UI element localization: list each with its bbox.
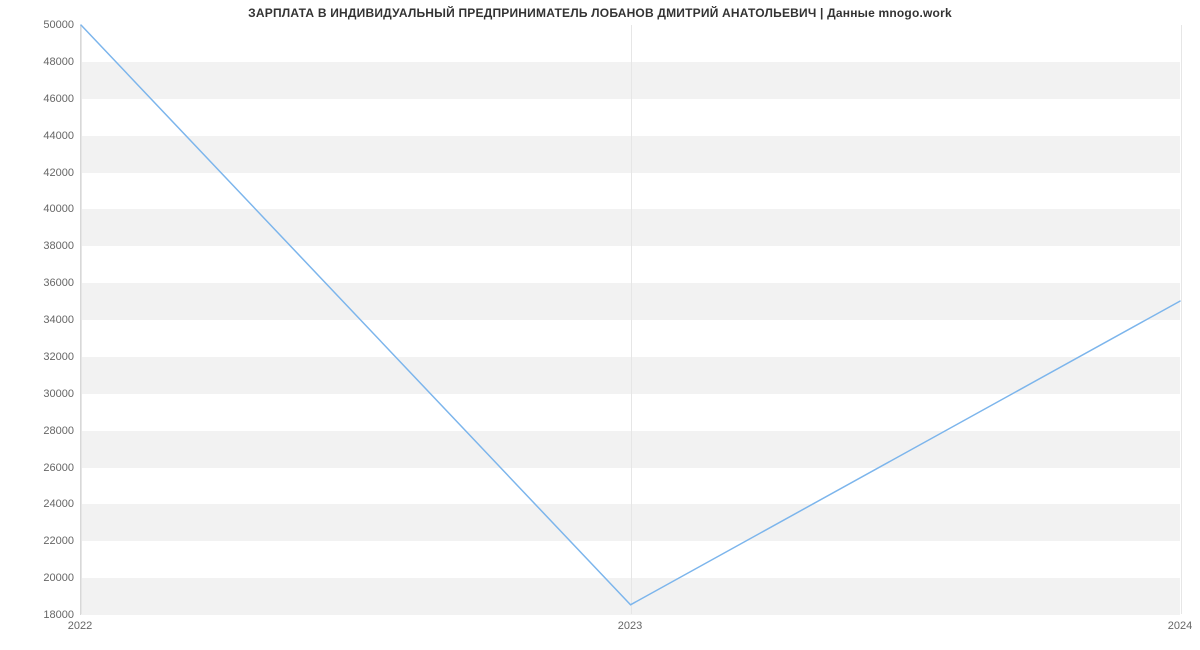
x-tick-label: 2024 xyxy=(1168,620,1192,632)
y-tick-label: 22000 xyxy=(14,535,74,547)
x-tick-label: 2022 xyxy=(68,620,92,632)
y-tick-label: 38000 xyxy=(14,240,74,252)
y-tick-label: 28000 xyxy=(14,425,74,437)
y-tick-label: 18000 xyxy=(14,609,74,621)
y-tick-label: 50000 xyxy=(14,19,74,31)
y-tick-label: 42000 xyxy=(14,167,74,179)
y-tick-label: 40000 xyxy=(14,203,74,215)
y-tick-label: 26000 xyxy=(14,462,74,474)
line-layer xyxy=(81,25,1180,614)
y-tick-label: 20000 xyxy=(14,572,74,584)
x-tick-label: 2023 xyxy=(618,620,642,632)
y-tick-label: 44000 xyxy=(14,130,74,142)
y-tick-label: 30000 xyxy=(14,388,74,400)
y-tick-label: 32000 xyxy=(14,351,74,363)
series-line xyxy=(81,25,1180,605)
y-tick-label: 24000 xyxy=(14,498,74,510)
chart-container: ЗАРПЛАТА В ИНДИВИДУАЛЬНЫЙ ПРЕДПРИНИМАТЕЛ… xyxy=(0,0,1200,650)
y-tick-label: 48000 xyxy=(14,56,74,68)
chart-title: ЗАРПЛАТА В ИНДИВИДУАЛЬНЫЙ ПРЕДПРИНИМАТЕЛ… xyxy=(0,6,1200,20)
plot-area xyxy=(80,25,1180,615)
y-tick-label: 34000 xyxy=(14,314,74,326)
gridline-x xyxy=(1181,25,1182,614)
y-tick-label: 36000 xyxy=(14,277,74,289)
y-tick-label: 46000 xyxy=(14,93,74,105)
